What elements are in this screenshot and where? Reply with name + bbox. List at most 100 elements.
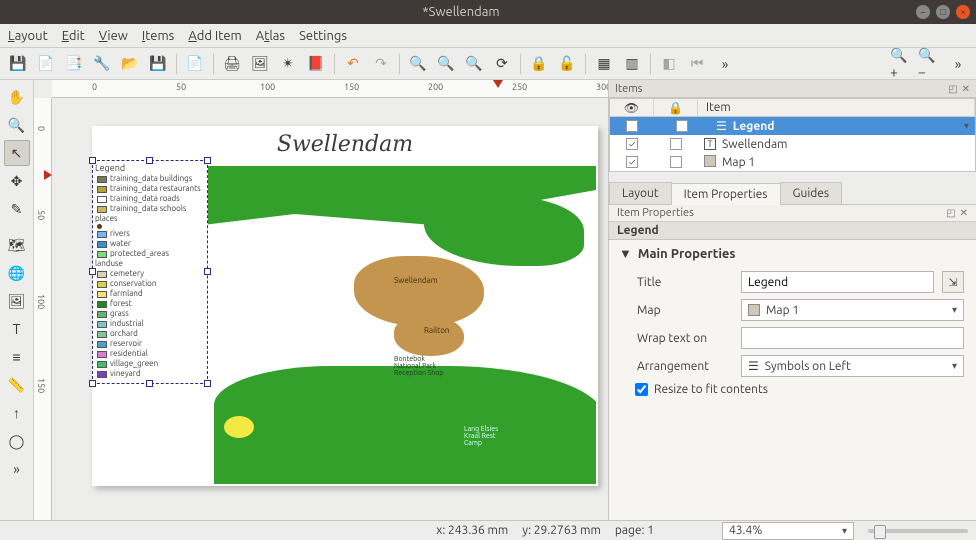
items-row[interactable]: ✓☰Legend	[610, 117, 975, 135]
menu-view[interactable]: View	[99, 29, 128, 43]
wrap-label: Wrap text on	[637, 332, 733, 345]
title-multiline-icon[interactable]: ⇲	[942, 271, 964, 293]
legend-entry: cemetery	[97, 269, 205, 279]
menu-layout[interactable]: Layout	[8, 29, 48, 43]
window-close-button[interactable]: ×	[956, 5, 970, 19]
resize-checkbox[interactable]	[635, 383, 648, 396]
visible-checkbox[interactable]: ✓	[626, 138, 638, 150]
disclosure-triangle-icon[interactable]: ▼	[619, 246, 632, 261]
menu-add-item[interactable]: Add Item	[188, 29, 241, 43]
items-row[interactable]: ✓TSwellendam	[610, 135, 975, 153]
refresh-icon[interactable]: ⟳	[490, 52, 514, 76]
panel-close-icon[interactable]: ✕	[960, 207, 968, 219]
export-pdf-icon[interactable]: 📕	[304, 52, 328, 76]
select-tool-icon[interactable]: ↖	[4, 140, 30, 166]
arrangement-select[interactable]: ☰Symbols on Left	[741, 355, 964, 377]
open-icon[interactable]: 📂	[118, 52, 142, 76]
overflow2-icon[interactable]: »	[946, 52, 970, 76]
items-row[interactable]: ✓Map 1	[610, 153, 975, 171]
zoom-combo[interactable]: 43.4%	[722, 522, 854, 540]
legend-entry: residential	[97, 349, 205, 359]
visible-checkbox[interactable]: ✓	[626, 156, 638, 168]
wrap-input[interactable]	[741, 327, 964, 349]
column-visible-icon[interactable]: 👁	[610, 99, 654, 116]
tab-item-properties[interactable]: Item Properties	[671, 183, 781, 205]
zoom-100-icon[interactable]: 🔍	[462, 52, 486, 76]
window-minimize-button[interactable]: –	[916, 5, 930, 19]
locked-checkbox[interactable]	[670, 156, 682, 168]
column-locked-icon[interactable]: 🔒	[654, 99, 698, 116]
tab-layout[interactable]: Layout	[609, 182, 672, 204]
layout-manager-icon[interactable]: 🔧	[90, 52, 114, 76]
items-panel-header[interactable]: Items ◰✕	[609, 80, 976, 98]
menu-edit[interactable]: Edit	[62, 29, 85, 43]
undo-icon[interactable]: ↶	[341, 52, 365, 76]
panel-detach-icon[interactable]: ◰	[948, 83, 957, 95]
menu-settings[interactable]: Settings	[299, 29, 347, 43]
save-icon[interactable]: 💾	[6, 52, 30, 76]
column-item[interactable]: Item	[698, 99, 975, 116]
layout-page[interactable]: Swellendam Swellendam Railton Bontebok N…	[92, 126, 598, 486]
add-north-arrow-icon[interactable]: ↑	[4, 400, 30, 426]
menu-bar: Layout Edit View Items Add Item Atlas Se…	[0, 24, 976, 48]
legend-swatch	[97, 291, 107, 298]
status-page: page: 1	[615, 524, 654, 537]
tab-guides[interactable]: Guides	[780, 182, 843, 204]
legend-label: vineyard	[110, 369, 141, 379]
legend-swatch	[97, 271, 107, 278]
unlock-icon[interactable]: 🔓	[555, 52, 579, 76]
save-template-icon[interactable]: 💾	[146, 52, 170, 76]
add-scalebar-icon[interactable]: 📏	[4, 372, 30, 398]
add-label-icon[interactable]: T	[4, 316, 30, 342]
raise-icon[interactable]: ◧	[657, 52, 681, 76]
add-legend-icon[interactable]: ≡	[4, 344, 30, 370]
menu-items[interactable]: Items	[142, 29, 174, 43]
title-input[interactable]	[741, 271, 934, 293]
print-icon[interactable]: 🖨	[220, 52, 244, 76]
locked-checkbox[interactable]	[670, 138, 682, 150]
panel-close-icon[interactable]: ✕	[962, 83, 970, 95]
move-content-tool-icon[interactable]: ✥	[4, 168, 30, 194]
panel-detach-icon[interactable]: ◰	[946, 207, 955, 219]
layout-viewport[interactable]: Swellendam Swellendam Railton Bontebok N…	[52, 98, 608, 520]
item-label: Legend	[733, 120, 775, 133]
page-title[interactable]: Swellendam	[92, 132, 598, 157]
edit-nodes-icon[interactable]: ✎	[4, 196, 30, 222]
legend-item[interactable]: Legend training_data buildingstraining_d…	[92, 160, 208, 384]
overflow-icon[interactable]: »	[713, 52, 737, 76]
add-map-icon[interactable]: 🗺	[4, 232, 30, 258]
legend-label: grass	[110, 309, 129, 319]
locked-checkbox[interactable]	[676, 120, 688, 132]
vertical-ruler[interactable]: 0 50 100 150	[34, 98, 52, 520]
menu-atlas[interactable]: Atlas	[256, 29, 285, 43]
pan-tool-icon[interactable]: ✋	[4, 84, 30, 110]
add-picture-icon[interactable]: 🖼	[4, 288, 30, 314]
add-shape-icon[interactable]: ◯	[4, 428, 30, 454]
redo-icon[interactable]: ↷	[369, 52, 393, 76]
overflow3-icon[interactable]: »	[4, 456, 30, 482]
duplicate-layout-icon[interactable]: 📑	[62, 52, 86, 76]
section-main-properties[interactable]: ▼Main Properties	[609, 240, 976, 267]
zoom-fit-icon[interactable]: 🔍	[434, 52, 458, 76]
zoom-in-icon[interactable]: 🔍+	[890, 52, 914, 76]
map-select[interactable]: Map 1	[741, 299, 964, 321]
new-layout-icon[interactable]: 📄	[34, 52, 58, 76]
visible-checkbox[interactable]: ✓	[626, 120, 638, 132]
lock-icon[interactable]: 🔒	[527, 52, 551, 76]
add-page-icon[interactable]: 📄	[183, 52, 207, 76]
window-maximize-button[interactable]: □	[936, 5, 950, 19]
group-icon[interactable]: ▦	[592, 52, 616, 76]
ungroup-icon[interactable]: ▥	[620, 52, 644, 76]
export-image-icon[interactable]: 🖼	[248, 52, 272, 76]
export-svg-icon[interactable]: ✴	[276, 52, 300, 76]
zoom-slider[interactable]	[868, 529, 968, 533]
legend-entry: village_green	[97, 359, 205, 369]
zoom-out-icon[interactable]: 🔍−	[918, 52, 942, 76]
legend-swatch	[97, 351, 107, 358]
move-first-icon[interactable]: ⏮	[685, 52, 709, 76]
legend-entry: training_data restaurants	[97, 184, 205, 194]
horizontal-ruler[interactable]: 0 50 100 150 200 250 300	[52, 80, 608, 98]
zoom-tool-icon[interactable]: 🔍	[4, 112, 30, 138]
zoom-full-icon[interactable]: 🔍	[406, 52, 430, 76]
add-3dmap-icon[interactable]: 🌐	[4, 260, 30, 286]
